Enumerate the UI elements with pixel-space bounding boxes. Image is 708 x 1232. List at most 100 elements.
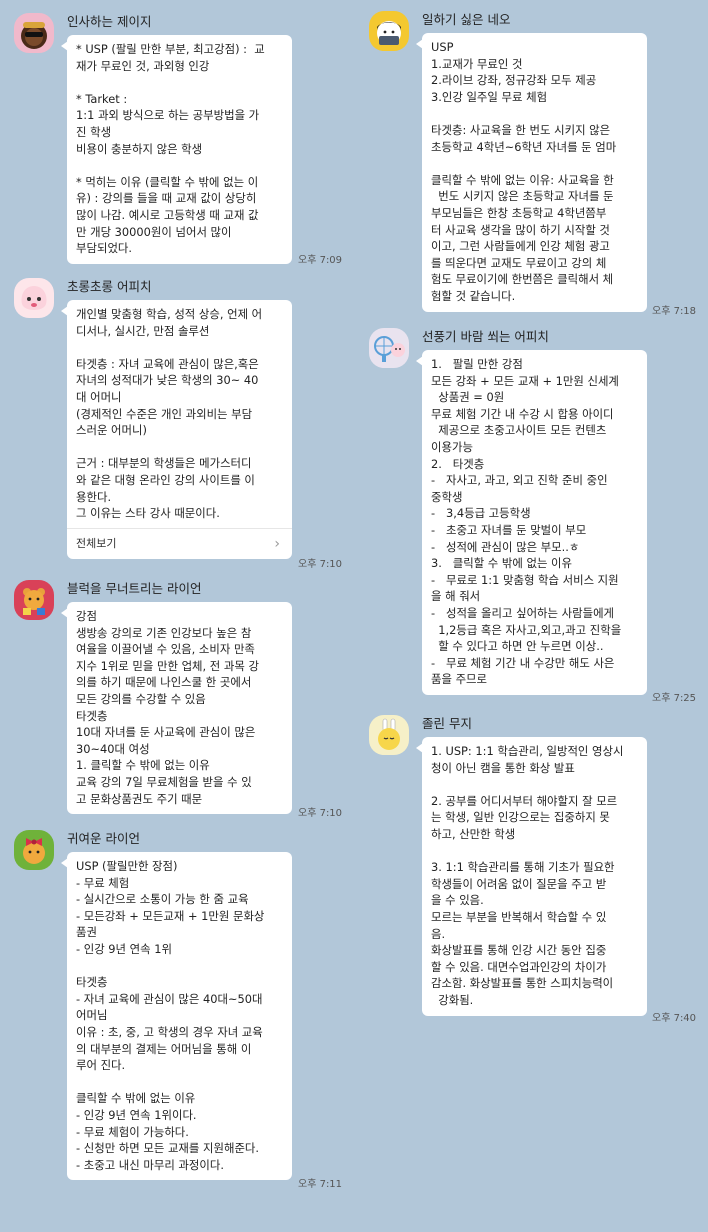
message-line: 1:1 과외 방식으로 하는 공부방법을 가 <box>76 108 260 123</box>
message-bubble[interactable]: 1. 팔릴 만한 강점 모든 강좌 + 모든 교재 + 1만원 신세계 상품권 … <box>416 350 647 695</box>
apeach-avatar-icon[interactable] <box>14 278 54 318</box>
message-line: 모든 강좌 + 모든 교재 + 1만원 신세계 <box>431 373 619 388</box>
message-line: 1. USP: 1:1 학습관리, 일방적인 영상시 <box>431 744 624 758</box>
message-line: 비용이 충분하지 않은 학생 <box>76 141 203 156</box>
message-line <box>76 958 283 975</box>
message-line: 를 띄운다면 교재도 무료이고 강의 체 <box>431 255 607 270</box>
message-line: 근거 : 대부분의 학생들은 메가스터디 <box>76 456 252 471</box>
message-line: 음. <box>431 926 446 941</box>
message-line: 타겟층 <box>76 708 108 723</box>
message-line: 만 개당 30000원이 넘어서 많이 <box>76 224 232 239</box>
muzi-avatar-icon[interactable] <box>369 715 409 755</box>
message-line: 터 사교육 생각을 많이 하기 시작할 것 <box>431 222 610 237</box>
message-line: 중학생 <box>431 489 463 504</box>
message-bubble[interactable]: * USP (팔릴 만한 부분, 최고강점) : 교 재가 무료인 것, 과외형… <box>61 35 292 264</box>
message-line: 험할 것 같습니다. <box>431 288 516 303</box>
message-bubble[interactable]: USP 1.교재가 무료인 것 2.라이브 강좌, 정규강좌 모두 제공 3.인… <box>416 33 647 312</box>
message-line: 학생들이 어려움 없이 질문을 주고 받 <box>431 876 607 891</box>
message-line: 생방송 강의로 기존 인강보다 높은 참 <box>76 625 252 640</box>
message-line: 유) : 강의를 들을 때 교재 값이 상당히 <box>76 191 257 206</box>
message-line: 는 학생, 일반 인강으로는 집중하지 못 <box>431 810 610 825</box>
message-line: 재가 무료인 것, 과외형 인강 <box>76 58 210 73</box>
message-line: - 자사고, 과고, 외고 진학 준비 중인 <box>431 473 608 488</box>
message-line: 하고, 산만한 학생 <box>431 826 516 841</box>
message-line: 품권 <box>76 925 97 940</box>
message-timestamp: 오후 7:10 <box>298 559 343 570</box>
neo-avatar-icon[interactable] <box>369 11 409 51</box>
message-line: 무료 체험 기간 내 수강 시 합용 아이디 <box>431 406 614 421</box>
message-line: 제공으로 초중고사이트 모든 컨텐츠 <box>431 423 607 438</box>
message-line <box>76 339 283 356</box>
message-line: - 초중고 내신 마무리 과정이다. <box>76 1157 224 1172</box>
message-line: 자녀의 성적대가 낮은 학생의 30~ 40 <box>76 373 259 388</box>
message-line: 타겟층 : 자녀 교육에 관심이 많은,혹은 <box>76 356 259 371</box>
message-line: 번도 시키지 않은 초등학교 자녀를 둔 <box>431 189 614 204</box>
see-all-label: 전체보기 <box>76 536 117 550</box>
message-line: * Tarket : <box>76 91 128 106</box>
message-line: 2. 타겟층 <box>431 456 485 471</box>
message-line: - 자녀 교육에 관심이 많은 40대~50대 <box>76 991 263 1006</box>
message-line: 지수 1위로 믿을 만한 업체, 전 과목 강 <box>76 658 259 673</box>
message-line <box>76 74 283 91</box>
message-timestamp: 오후 7:40 <box>652 1013 697 1024</box>
sender-name: 초롱초롱 어피치 <box>67 279 152 294</box>
message-line: 을 수 있음. <box>431 893 484 908</box>
message-line: 할 수 있다고 하면 안 누르면 이상.. <box>431 639 604 654</box>
message-line: 타겟층: 사교육을 한 번도 시키지 않은 <box>431 122 611 137</box>
message-line: USP <box>431 40 454 54</box>
message-line: 의를 하기 때문에 나인스쿨 한 곳에서 <box>76 675 252 690</box>
message-line: 1.교재가 무료인 것 <box>431 56 523 71</box>
message-line: 타겟층 <box>76 975 108 990</box>
see-all-button[interactable]: 전체보기 › <box>67 527 292 560</box>
message-line: - 실시간으로 소통이 가능 한 줌 교육 <box>76 892 249 907</box>
message-bubble[interactable]: 개인별 맞춤형 학습, 성적 상승, 언제 어 디서나, 실시간, 만점 솔루션… <box>61 300 292 560</box>
message-line <box>76 1074 283 1091</box>
message-line: 강점 <box>76 609 97 623</box>
message-bubble[interactable]: 1. USP: 1:1 학습관리, 일방적인 영상시 청이 아닌 캠을 통한 화… <box>416 737 647 1016</box>
message-bubble[interactable]: 강점 생방송 강의로 기존 인강보다 높은 참 여율을 이끌어낼 수 있음, 소… <box>61 602 292 815</box>
message-line: - 성적을 올리고 싶어하는 사람들에게 <box>431 605 615 620</box>
message-line: - 인강 9년 연속 1위 <box>76 941 172 956</box>
ryan-blocks-avatar-icon[interactable] <box>14 580 54 620</box>
message-line: 초등학교 4학년~6학년 자녀를 둔 엄마 <box>431 139 617 154</box>
message-line: 2. 공부를 어디서부터 해야할지 잘 모르 <box>431 793 618 808</box>
message-line: 여율을 이끌어낼 수 있음, 소비자 만족 <box>76 642 255 657</box>
jayg-avatar-icon[interactable] <box>14 13 54 53</box>
sender-name: 귀여운 라이언 <box>67 831 140 846</box>
sender-name: 블럭을 무너트리는 라이언 <box>67 581 202 596</box>
message-line: 청이 아닌 캠을 통한 화상 발표 <box>431 760 575 775</box>
message-line: 감소함. 화상발표를 통한 스피치능력이 <box>431 976 614 991</box>
message-line: 할 수 있음. 대면수업과인강의 차이가 <box>431 959 607 974</box>
message-line: 부담되었다. <box>76 241 133 256</box>
message-line: 이유 : 초, 중, 고 학생의 경우 자녀 교육 <box>76 1024 263 1039</box>
message-bubble[interactable]: USP (팔릴만한 장점) - 무료 체험 - 실시간으로 소통이 가능 한 줌… <box>61 852 292 1181</box>
message-line: - 무료 체험이 가능하다. <box>76 1124 189 1139</box>
message-line: 이고, 그런 사람들에게 인강 체험 광고 <box>431 239 610 254</box>
message-line: 의 대부분의 결제는 어머님을 통해 이 <box>76 1041 252 1056</box>
message-line: 그 이유는 스타 강사 때문이다. <box>76 506 220 521</box>
message-line <box>431 155 638 172</box>
ryan-ribbon-avatar-icon[interactable] <box>14 830 54 870</box>
message-line: 대 어머니 <box>76 389 122 404</box>
message-line <box>431 105 638 122</box>
message-line: 3.인강 일주일 무료 체험 <box>431 89 548 104</box>
message-line: 험도 무료이기에 한번쯤은 클릭해서 체 <box>431 272 614 287</box>
message-timestamp: 오후 7:10 <box>298 808 343 819</box>
message-line: 와 같은 대형 온라인 강의 사이트를 이 <box>76 472 255 487</box>
message-line: 1,2등급 혹은 자사고,외고,과고 진학을 <box>431 622 622 637</box>
message-line: 2.라이브 강좌, 정규강좌 모두 제공 <box>431 73 597 88</box>
message-line: - 3,4등급 고등학생 <box>431 506 531 521</box>
message-line: 모든 강의를 수강할 수 있음 <box>76 691 206 706</box>
message-line: 10대 자녀를 둔 사교육에 관심이 많은 <box>76 725 256 740</box>
message-line: USP (팔릴만한 장점) <box>76 859 178 873</box>
message-line: 30~40대 여성 <box>76 741 150 756</box>
message-line: * 먹히는 이유 (클릭할 수 밖에 없는 이 <box>76 174 259 189</box>
apeach-fan-avatar-icon[interactable] <box>369 328 409 368</box>
message-line: - 모든강좌 + 모든교재 + 1만원 문화상 <box>76 908 265 923</box>
message-line: - 신청만 하면 모든 교재를 지원해준다. <box>76 1141 260 1156</box>
message-line: 교육 강의 7일 무료체험을 받을 수 있 <box>76 774 252 789</box>
message-line: 클릭할 수 밖에 없는 이유 <box>76 1091 196 1106</box>
sender-name: 일하기 싫은 네오 <box>422 12 511 27</box>
message-line: - 초중고 자녀를 둔 맞벌이 부모 <box>431 522 587 537</box>
message-line: 진 학생 <box>76 124 112 139</box>
